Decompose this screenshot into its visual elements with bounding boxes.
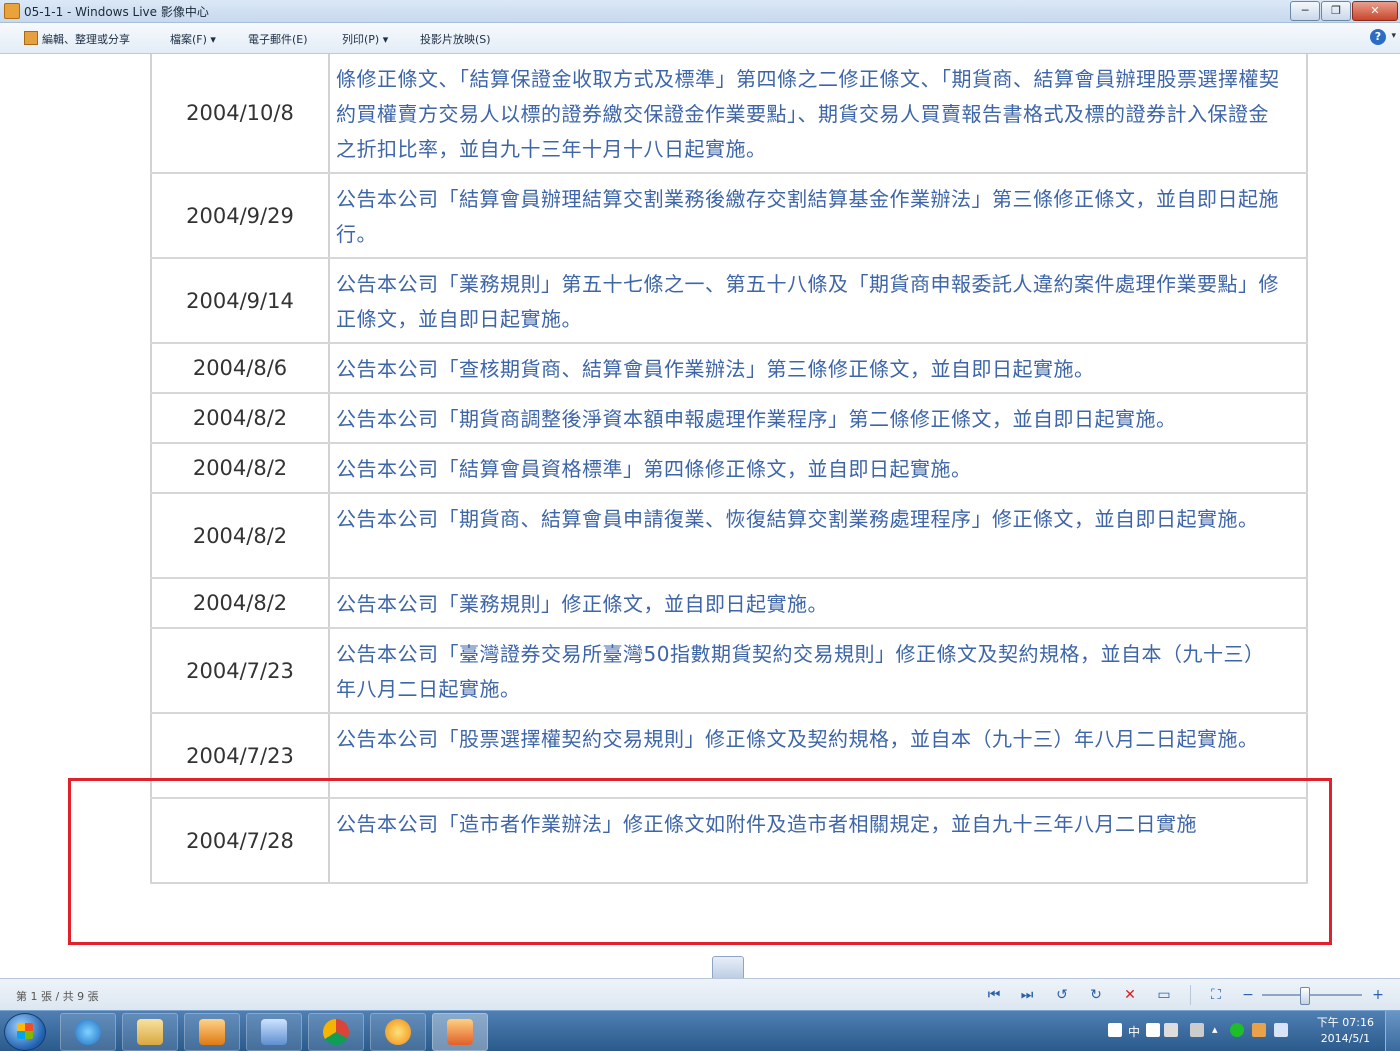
row-date: 2004/9/29 xyxy=(150,174,330,257)
table-row: 2004/7/23 公告本公司「臺灣證券交易所臺灣50指數期貨契約交易規則」修正… xyxy=(150,629,1308,714)
delete-icon[interactable]: ✕ xyxy=(1120,985,1140,1005)
row-date: 2004/9/14 xyxy=(150,259,330,342)
row-date: 2004/10/8 xyxy=(150,54,330,172)
network-icon[interactable] xyxy=(1190,1023,1204,1037)
menu-slideshow[interactable]: 投影片放映(S) xyxy=(420,31,491,47)
row-date: 2004/8/2 xyxy=(150,444,330,492)
table-row: 2004/9/29 公告本公司「結算會員辦理結算交割業務後繳存交割結算基金作業辦… xyxy=(150,174,1308,259)
taskbar-photo-gallery[interactable] xyxy=(432,1013,488,1051)
system-tray: 中 ▴ 下午 07:16 2014/5/1 xyxy=(1100,1011,1400,1051)
show-hidden-icons-icon[interactable]: ▴ xyxy=(1212,1023,1218,1036)
page-indicator: 第 1 張 / 共 9 張 xyxy=(16,990,99,1003)
media-player-icon xyxy=(199,1019,225,1045)
taskbar: 中 ▴ 下午 07:16 2014/5/1 xyxy=(0,1010,1400,1051)
row-text: 公告本公司「結算會員辦理結算交割業務後繳存交割結算基金作業辦法」第三條修正條文，… xyxy=(328,174,1308,257)
maximize-button[interactable]: ❐ xyxy=(1321,1,1351,21)
row-text: 公告本公司「業務規則」第五十七條之一、第五十八條及「期貨商申報委託人違約案件處理… xyxy=(328,259,1308,342)
table-row: 2004/8/2 公告本公司「結算會員資格標準」第四條修正條文，並自即日起實施。 xyxy=(150,444,1308,494)
menu-email[interactable]: 電子郵件(E) xyxy=(248,31,308,47)
row-date: 2004/8/2 xyxy=(150,394,330,442)
image-viewer: 2004/10/8 條修正條文、「結算保證金收取方式及標準」第四條之二修正條文、… xyxy=(0,54,1400,978)
slideshow-icon[interactable]: ▭ xyxy=(1154,985,1174,1005)
clock-time: 下午 07:16 xyxy=(1316,1016,1374,1029)
rotate-left-icon[interactable]: ↺ xyxy=(1052,985,1072,1005)
menu-print[interactable]: 列印(P) ▾ xyxy=(342,31,388,47)
windows-logo-icon xyxy=(17,1023,33,1039)
filmstrip-toggle-icon[interactable] xyxy=(712,956,744,978)
app-icon xyxy=(385,1019,411,1045)
start-button[interactable] xyxy=(4,1013,46,1051)
title-bar: 05-1-1 - Windows Live 影像中心 ─ ❐ ✕ xyxy=(0,0,1400,23)
photo-gallery-icon xyxy=(4,3,20,19)
highlight-annotation-box xyxy=(68,778,1332,945)
clock-date: 2014/5/1 xyxy=(1320,1032,1371,1045)
clock[interactable]: 下午 07:16 2014/5/1 xyxy=(1317,1015,1374,1047)
volume-icon[interactable] xyxy=(1274,1023,1288,1037)
row-text: 條修正條文、「結算保證金收取方式及標準」第四條之二修正條文、「期貨商、結算會員辦… xyxy=(328,54,1308,172)
zoom-out-icon[interactable]: − xyxy=(1238,985,1258,1005)
taskbar-media[interactable] xyxy=(184,1013,240,1051)
divider xyxy=(1190,985,1191,1005)
keyboard-icon[interactable] xyxy=(1164,1023,1178,1037)
window-title: 05-1-1 - Windows Live 影像中心 xyxy=(24,5,209,19)
menu-file[interactable]: 檔案(F) ▾ xyxy=(170,31,216,47)
chevron-down-icon[interactable]: ▾ xyxy=(1391,31,1396,41)
line-icon[interactable] xyxy=(1230,1023,1244,1037)
row-text: 公告本公司「結算會員資格標準」第四條修正條文，並自即日起實施。 xyxy=(328,444,1308,492)
zoom-slider[interactable] xyxy=(1262,994,1362,996)
photo-gallery-icon xyxy=(447,1019,473,1045)
table-row: 2004/8/2 公告本公司「期貨商調整後淨資本額申報處理作業程序」第二條修正條… xyxy=(150,394,1308,444)
input-mode-icon[interactable] xyxy=(1146,1023,1160,1037)
table-row: 2004/9/14 公告本公司「業務規則」第五十七條之一、第五十八條及「期貨商申… xyxy=(150,259,1308,344)
row-date: 2004/7/23 xyxy=(150,629,330,712)
chrome-icon xyxy=(323,1019,349,1045)
paint-icon xyxy=(261,1019,287,1045)
menu-bar: 編輯、整理或分享 檔案(F) ▾ 電子郵件(E) 列印(P) ▾ 投影片放映(S… xyxy=(0,23,1400,54)
first-image-icon[interactable]: ⏮ xyxy=(984,985,1004,1005)
language-icon[interactable] xyxy=(1108,1023,1122,1037)
taskbar-chrome[interactable] xyxy=(308,1013,364,1051)
edit-icon xyxy=(24,31,38,45)
taskbar-app[interactable] xyxy=(246,1013,302,1051)
table-row: 2004/8/2 公告本公司「期貨商、結算會員申請復業、恢復結算交割業務處理程序… xyxy=(150,494,1308,579)
window-controls: ─ ❐ ✕ xyxy=(1290,1,1398,21)
minimize-button[interactable]: ─ xyxy=(1290,1,1320,21)
menu-edit-organize-share[interactable]: 編輯、整理或分享 xyxy=(24,31,130,47)
zoom-slider-thumb[interactable] xyxy=(1300,987,1310,1005)
taskbar-app2[interactable] xyxy=(370,1013,426,1051)
row-date: 2004/8/6 xyxy=(150,344,330,392)
row-text: 公告本公司「業務規則」修正條文，並自即日起實施。 xyxy=(328,579,1308,627)
row-date: 2004/8/2 xyxy=(150,579,330,627)
close-button[interactable]: ✕ xyxy=(1352,1,1398,21)
taskbar-ie[interactable] xyxy=(60,1013,116,1051)
zoom-in-icon[interactable]: + xyxy=(1368,985,1388,1005)
taskbar-explorer[interactable] xyxy=(122,1013,178,1051)
row-text: 公告本公司「期貨商、結算會員申請復業、恢復結算交割業務處理程序」修正條文，並自即… xyxy=(328,494,1308,577)
fit-to-window-icon[interactable]: ⛶ xyxy=(1206,985,1226,1005)
internet-explorer-icon xyxy=(75,1019,101,1045)
row-date: 2004/8/2 xyxy=(150,494,330,577)
show-desktop-button[interactable] xyxy=(1385,1011,1400,1051)
table-row: 2004/10/8 條修正條文、「結算保證金收取方式及標準」第四條之二修正條文、… xyxy=(150,54,1308,174)
next-image-icon[interactable]: ⏭ xyxy=(1017,985,1037,1005)
table-row: 2004/8/2 公告本公司「業務規則」修正條文，並自即日起實施。 xyxy=(150,579,1308,629)
ime-indicator[interactable]: 中 xyxy=(1128,1023,1140,1040)
row-text: 公告本公司「期貨商調整後淨資本額申報處理作業程序」第二條修正條文，並自即日起實施… xyxy=(328,394,1308,442)
control-bar: 第 1 張 / 共 9 張 ⏮ ⏭ ↺ ↻ ✕ ▭ ⛶ − + xyxy=(0,978,1400,1011)
folder-icon xyxy=(137,1019,163,1045)
table-row: 2004/8/6 公告本公司「查核期貨商、結算會員作業辦法」第三條修正條文，並自… xyxy=(150,344,1308,394)
row-text: 公告本公司「臺灣證券交易所臺灣50指數期貨契約交易規則」修正條文及契約規格，並自… xyxy=(328,629,1308,712)
row-text: 公告本公司「查核期貨商、結算會員作業辦法」第三條修正條文，並自即日起實施。 xyxy=(328,344,1308,392)
help-icon[interactable]: ? xyxy=(1370,29,1386,45)
flag-icon[interactable] xyxy=(1252,1023,1266,1037)
rotate-right-icon[interactable]: ↻ xyxy=(1086,985,1106,1005)
